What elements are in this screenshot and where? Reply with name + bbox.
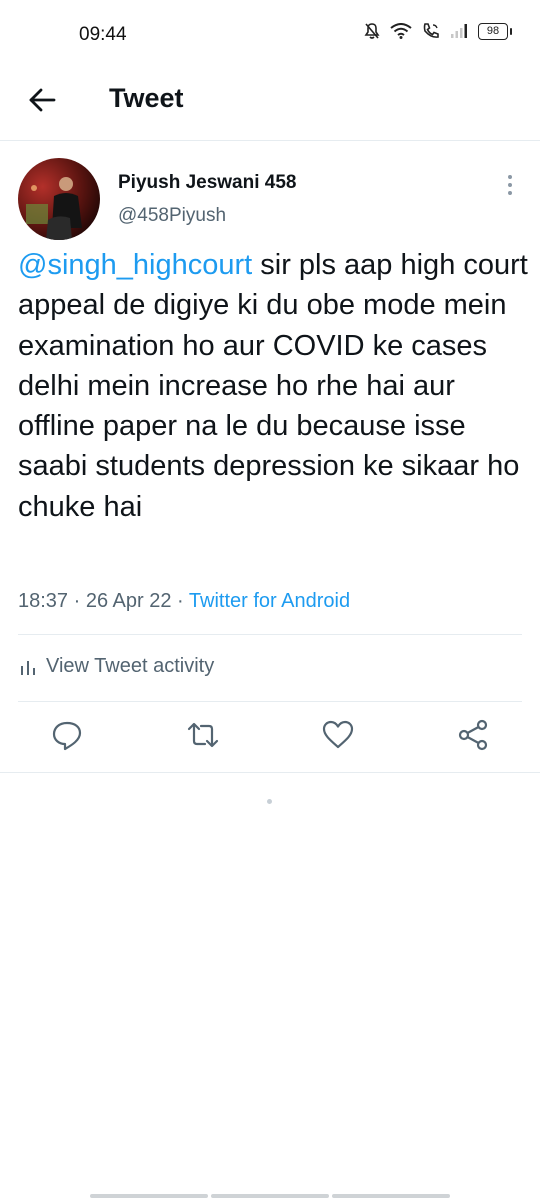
back-arrow-icon[interactable] bbox=[26, 84, 58, 116]
like-icon[interactable] bbox=[321, 718, 355, 752]
avatar-image bbox=[18, 158, 100, 240]
wifi-icon bbox=[390, 23, 412, 39]
author-handle[interactable]: @458Piyush bbox=[118, 205, 226, 227]
reply-icon[interactable] bbox=[50, 718, 84, 752]
meta-separator: · bbox=[177, 590, 184, 612]
meta-separator: · bbox=[73, 590, 81, 612]
status-bar: 09:44 98 bbox=[0, 0, 540, 68]
tweet-actions bbox=[0, 718, 540, 758]
view-tweet-activity[interactable]: View Tweet activity bbox=[20, 655, 214, 678]
nav-bar-segment bbox=[332, 1194, 450, 1198]
analytics-icon bbox=[21, 660, 35, 675]
more-options-icon[interactable] bbox=[500, 174, 520, 196]
mention-link[interactable]: @singh_highcourt bbox=[18, 249, 252, 281]
tweet-date: 26 Apr 22 bbox=[85, 590, 172, 612]
status-time: 09:44 bbox=[79, 24, 127, 45]
loading-indicator bbox=[267, 799, 272, 804]
page-title: Tweet bbox=[109, 83, 184, 113]
author-name[interactable]: Piyush Jeswani 458 bbox=[118, 172, 297, 194]
tweet-source-link[interactable]: Twitter for Android bbox=[189, 590, 350, 612]
share-icon[interactable] bbox=[456, 718, 490, 752]
top-app-bar: Tweet bbox=[0, 68, 540, 141]
tweet-body: sir pls aap high court appeal de digiye … bbox=[18, 249, 536, 523]
tweet-time: 18:37 bbox=[18, 590, 69, 612]
divider bbox=[18, 701, 522, 702]
battery-icon: 98 bbox=[478, 22, 512, 40]
status-icons: 98 bbox=[364, 22, 512, 40]
nav-bar-segment bbox=[90, 1194, 208, 1198]
volte-call-icon bbox=[423, 23, 439, 38]
tweet-text: @singh_highcourt sir pls aap high court … bbox=[18, 245, 528, 527]
retweet-icon[interactable] bbox=[186, 718, 220, 752]
activity-label: View Tweet activity bbox=[46, 655, 215, 677]
divider bbox=[18, 634, 522, 635]
divider bbox=[0, 772, 540, 773]
nav-bar-segment bbox=[211, 1194, 329, 1198]
avatar[interactable] bbox=[18, 158, 100, 240]
mute-bell-icon bbox=[364, 23, 380, 39]
signal-icon bbox=[451, 24, 467, 38]
tweet-meta: 18:37 · 26 Apr 22 · Twitter for Android bbox=[18, 590, 350, 613]
